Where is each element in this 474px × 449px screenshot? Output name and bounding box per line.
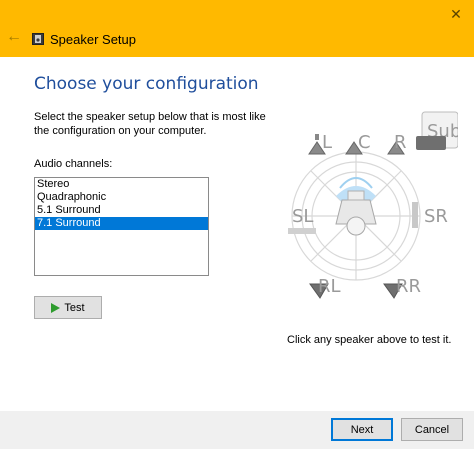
next-button[interactable]: Next (331, 418, 393, 441)
close-icon[interactable]: ✕ (446, 4, 466, 24)
speaker-diagram: L C R Sub SL SR RL RR (288, 111, 458, 299)
test-button-label: Test (64, 301, 85, 314)
speaker-front-left[interactable]: L (308, 132, 332, 155)
speaker-label-front-right: R (394, 132, 407, 153)
speaker-subwoofer[interactable]: Sub (416, 111, 458, 150)
speaker-front-right[interactable]: R (387, 132, 407, 155)
window-title: Speaker Setup (50, 32, 137, 47)
speaker-rear-right[interactable]: RR (383, 276, 421, 299)
speaker-side-left[interactable]: SL (288, 206, 316, 234)
audio-channels-label: Audio channels: (34, 158, 113, 170)
speaker-center[interactable]: C (345, 132, 371, 155)
speaker-label-rear-left: RL (318, 276, 341, 297)
channel-option-7-1-surround[interactable]: 7.1 Surround (35, 217, 208, 230)
title-bar: ← Speaker Setup ✕ (0, 0, 474, 57)
speaker-test-hint: Click any speaker above to test it. (287, 334, 452, 346)
back-arrow-icon[interactable]: ← (6, 29, 22, 45)
cancel-button[interactable]: Cancel (401, 418, 463, 441)
speaker-label-front-left: L (322, 132, 332, 153)
speaker-label-center: C (358, 132, 371, 153)
speaker-label-side-left: SL (292, 206, 313, 227)
channel-option-quadraphonic[interactable]: Quadraphonic (35, 191, 208, 204)
speaker-side-right[interactable]: SR (412, 202, 448, 228)
instruction-text: Select the speaker setup below that is m… (34, 111, 266, 137)
channel-option-stereo[interactable]: Stereo (35, 178, 208, 191)
page-heading: Choose your configuration (34, 74, 259, 94)
channel-option-5-1-surround[interactable]: 5.1 Surround (35, 204, 208, 217)
speaker-app-icon (32, 33, 44, 45)
test-button[interactable]: Test (34, 296, 102, 319)
play-icon (51, 302, 61, 313)
audio-channels-list[interactable]: Stereo Quadraphonic 5.1 Surround 7.1 Sur… (34, 177, 209, 276)
speaker-label-rear-right: RR (396, 276, 421, 297)
speaker-rear-left[interactable]: RL (309, 276, 341, 299)
speaker-label-side-right: SR (424, 206, 448, 227)
